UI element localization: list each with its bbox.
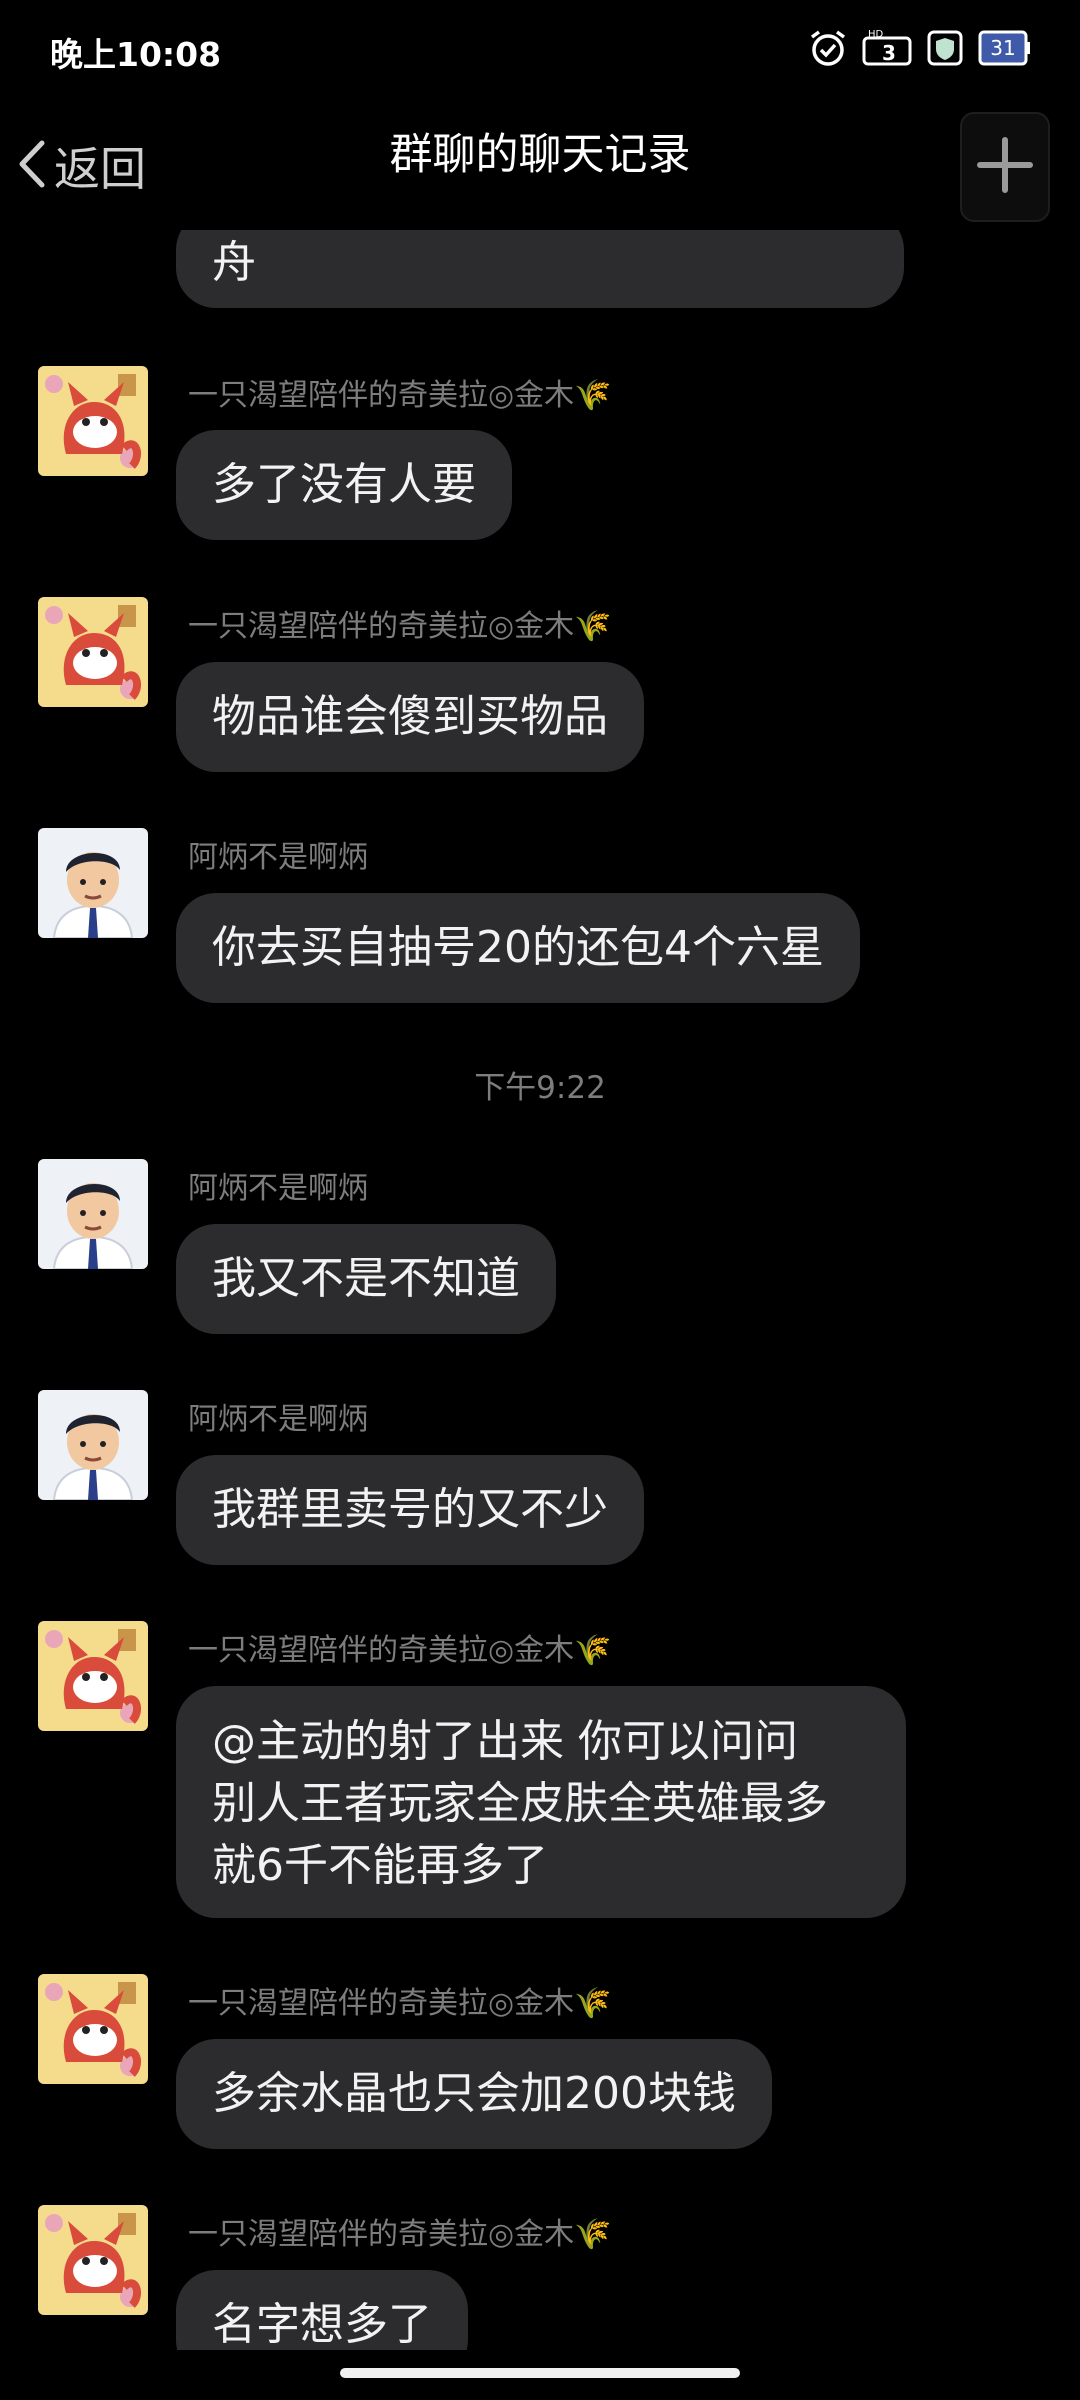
shield-icon xyxy=(926,28,964,68)
sender-name: 阿炳不是啊炳 xyxy=(188,1171,368,1206)
sender-name: 一只渴望陪伴的奇美拉◎金木🌾 xyxy=(188,1986,612,2021)
battery-level: 31 xyxy=(990,36,1016,60)
sender-name: 一只渴望陪伴的奇美拉◎金木🌾 xyxy=(188,609,612,644)
status-icons: HD 3 31 xyxy=(808,24,1032,72)
message-bubble[interactable]: 名字想多了 xyxy=(176,2270,468,2350)
avatar-fox[interactable] xyxy=(38,366,148,476)
nav-bar: 返回 群聊的聊天记录 xyxy=(0,100,1080,230)
sender-name: 一只渴望陪伴的奇美拉◎金木🌾 xyxy=(188,1633,612,1668)
message-bubble[interactable]: @主动的射了出来 你可以问问 别人王者玩家全皮肤全英雄最多 就6千不能再多了 xyxy=(176,1686,906,1918)
sender-name: 一只渴望陪伴的奇美拉◎金木🌾 xyxy=(188,2217,612,2252)
home-indicator[interactable] xyxy=(340,2368,740,2378)
plus-icon xyxy=(976,136,1034,198)
message-bubble[interactable]: 你去买自抽号20的还包4个六星 xyxy=(176,893,860,1003)
avatar-fox[interactable] xyxy=(38,1621,148,1731)
avatar-man[interactable] xyxy=(38,828,148,938)
hd-network-icon: HD 3 xyxy=(862,28,912,68)
page-title: 群聊的聊天记录 xyxy=(389,130,691,180)
status-time: 晚上10:08 xyxy=(50,35,222,74)
avatar-fox[interactable] xyxy=(38,597,148,707)
sender-name: 阿炳不是啊炳 xyxy=(188,840,368,875)
avatar-fox[interactable] xyxy=(38,1974,148,2084)
message-bubble[interactable]: 多余水晶也只会加200块钱 xyxy=(176,2039,772,2149)
time-separator: 下午9:22 xyxy=(474,1070,606,1106)
alarm-icon xyxy=(808,28,848,68)
message-bubble[interactable]: 舟 xyxy=(176,230,904,308)
message-bubble[interactable]: 我群里卖号的又不少 xyxy=(176,1455,644,1565)
message-bubble[interactable]: 多了没有人要 xyxy=(176,430,512,540)
chat-list[interactable]: 舟 一只渴望陪伴的奇美拉◎金木🌾 多了没有人要 一只渴望陪伴的奇美拉◎金木🌾 物… xyxy=(0,230,1080,2350)
message-bubble[interactable]: 物品谁会傻到买物品 xyxy=(176,662,644,772)
avatar-man[interactable] xyxy=(38,1159,148,1269)
hd-label: HD xyxy=(868,29,884,40)
battery-icon: 31 xyxy=(978,28,1032,68)
add-button[interactable] xyxy=(960,112,1050,222)
svg-text:3: 3 xyxy=(882,41,896,65)
sender-name: 阿炳不是啊炳 xyxy=(188,1402,368,1437)
screen: 晚上10:08 HD 3 31 返回 群聊的聊天记录 舟 一只渴望陪伴的奇美拉◎… xyxy=(0,0,1080,2400)
avatar-fox[interactable] xyxy=(38,2205,148,2315)
status-bar: 晚上10:08 HD 3 31 xyxy=(0,0,1080,100)
message-bubble[interactable]: 我又不是不知道 xyxy=(176,1224,556,1334)
sender-name: 一只渴望陪伴的奇美拉◎金木🌾 xyxy=(188,378,612,413)
avatar-man[interactable] xyxy=(38,1390,148,1500)
